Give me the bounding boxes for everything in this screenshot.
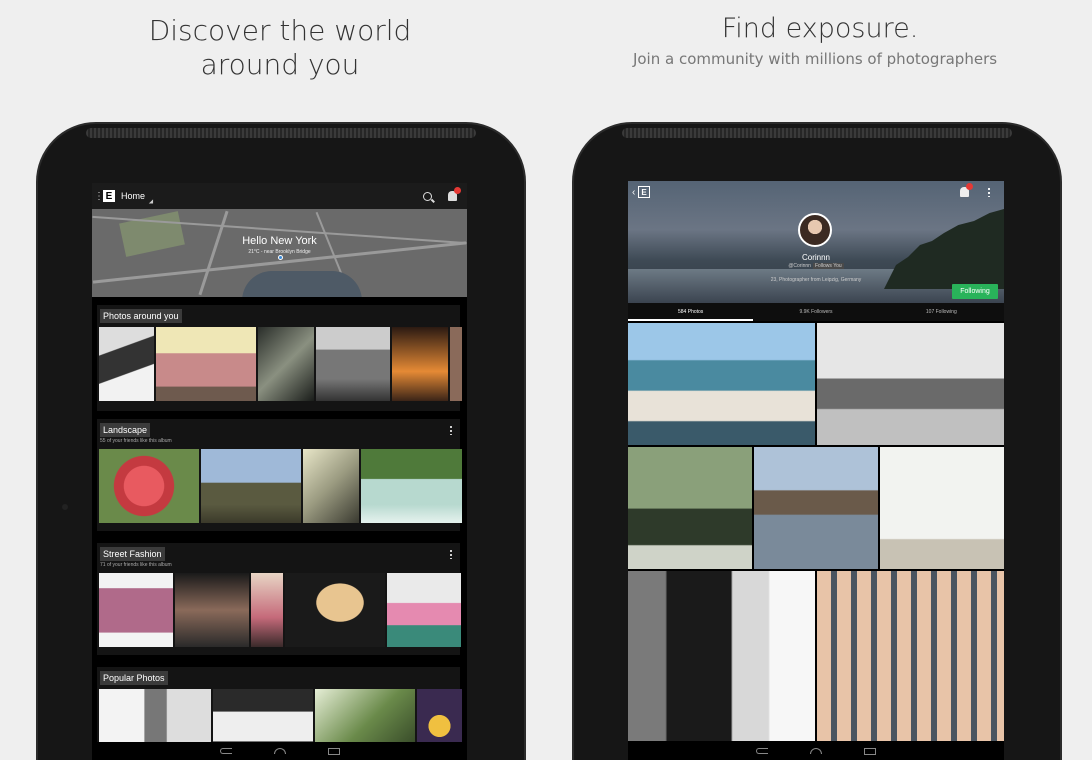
- photo-thumbnail[interactable]: [99, 449, 199, 523]
- home-nav-icon[interactable]: [273, 748, 286, 754]
- photo-thumbnail[interactable]: [285, 573, 385, 647]
- section-popular-photos: Popular Photos: [97, 667, 462, 760]
- more-options-icon[interactable]: [450, 425, 452, 435]
- grid-photo[interactable]: [817, 323, 1004, 445]
- grid-photo[interactable]: [817, 571, 1004, 741]
- location-map[interactable]: Hello New York 21°C - near Brooklyn Brid…: [92, 209, 467, 297]
- photo-row: [99, 327, 462, 401]
- section-subtitle: 71 of your friends like this album: [100, 562, 172, 568]
- system-nav-bar: [628, 742, 1004, 760]
- profile-bio: 23, Photographer from Leipzig, Germany: [770, 277, 862, 283]
- recent-apps-icon[interactable]: [327, 747, 340, 755]
- section-title[interactable]: Street Fashion: [100, 547, 165, 561]
- notification-badge: [966, 183, 973, 190]
- search-icon[interactable]: [423, 191, 432, 201]
- section-landscape: Landscape 55 of your friends like this a…: [97, 419, 462, 531]
- right-headline: Find exposure.: [721, 13, 919, 44]
- back-nav-icon[interactable]: [219, 748, 232, 754]
- app-logo[interactable]: E: [638, 186, 650, 198]
- speaker-grille: [622, 128, 1012, 138]
- profile-name: Corinnn: [801, 253, 830, 262]
- photo-row: [99, 449, 462, 523]
- system-nav-bar: [92, 742, 467, 760]
- section-title[interactable]: Popular Photos: [100, 671, 168, 685]
- photo-thumbnail[interactable]: [392, 327, 448, 401]
- photo-thumbnail[interactable]: [303, 449, 359, 523]
- back-nav-icon[interactable]: [756, 748, 768, 754]
- photo-thumbnail[interactable]: [258, 327, 314, 401]
- photo-thumbnail[interactable]: [99, 327, 154, 401]
- tab-photos[interactable]: 584 Photos: [628, 303, 754, 321]
- profile-handle: @Corinnn: [788, 263, 811, 269]
- photo-thumbnail[interactable]: [175, 573, 249, 647]
- follows-you-badge: Follows You: [812, 263, 844, 269]
- grid-photo[interactable]: [754, 447, 878, 569]
- notification-bell-icon[interactable]: [960, 183, 973, 197]
- photo-thumbnail[interactable]: [387, 573, 461, 647]
- photo-row: [99, 573, 461, 647]
- more-options-icon[interactable]: [988, 187, 990, 197]
- grid-photo[interactable]: [880, 447, 1004, 569]
- speaker-grille: [86, 128, 476, 138]
- notification-badge: [454, 187, 461, 194]
- photo-thumbnail[interactable]: [201, 449, 301, 523]
- tab-following[interactable]: 107 Following: [879, 303, 1004, 321]
- grid-photo[interactable]: [628, 323, 815, 445]
- grid-photo[interactable]: [628, 571, 815, 741]
- recent-apps-icon[interactable]: [864, 747, 876, 755]
- back-arrow-icon[interactable]: ‹: [632, 187, 635, 198]
- photo-thumbnail[interactable]: [450, 327, 462, 401]
- left-headline: Discover the world around you: [100, 14, 460, 82]
- left-headline-line1: Discover the world: [148, 14, 412, 47]
- photo-thumbnail[interactable]: [316, 327, 390, 401]
- left-screen: ⋮ E Home Hello New York 21°C - near Broo…: [92, 183, 467, 760]
- app-logo[interactable]: E: [103, 190, 115, 202]
- tab-followers[interactable]: 9.9K Followers: [753, 303, 878, 321]
- section-subtitle: 55 of your friends like this album: [100, 438, 172, 444]
- section-title[interactable]: Photos around you: [100, 309, 182, 323]
- profile-handle-row: @Corinnn Follows You: [628, 263, 1004, 269]
- avatar[interactable]: [798, 213, 832, 247]
- profile-tabs: 584 Photos 9.9K Followers 107 Following: [628, 303, 1004, 321]
- right-subheadline: Join a community with millions of photog…: [632, 50, 998, 68]
- map-title: Hello New York: [242, 235, 317, 247]
- left-headline-line2: around you: [200, 48, 360, 81]
- section-photos-around-you: Photos around you: [97, 305, 462, 411]
- more-options-icon[interactable]: [450, 549, 452, 559]
- home-nav-icon[interactable]: [810, 748, 822, 754]
- home-title[interactable]: Home: [121, 191, 145, 201]
- dropdown-caret-icon[interactable]: [148, 198, 156, 206]
- location-pin-icon: [278, 255, 283, 260]
- menu-icon[interactable]: ⋮: [94, 191, 104, 202]
- following-button[interactable]: Following: [952, 284, 998, 299]
- section-street-fashion: Street Fashion 71 of your friends like t…: [97, 543, 461, 655]
- section-title[interactable]: Landscape: [100, 423, 151, 437]
- photo-thumbnail[interactable]: [361, 449, 462, 523]
- camera-dot: [62, 504, 68, 510]
- notification-bell-icon[interactable]: [448, 187, 461, 201]
- right-screen: ‹ E Corinnn @Corinnn Follows You 23, Phot…: [628, 181, 1004, 760]
- app-bar: ⋮ E Home: [92, 183, 467, 209]
- photo-thumbnail[interactable]: [251, 573, 283, 647]
- map-water: [242, 271, 362, 297]
- photo-thumbnail[interactable]: [99, 573, 173, 647]
- grid-photo[interactable]: [628, 447, 752, 569]
- photo-thumbnail[interactable]: [156, 327, 256, 401]
- profile-cover: ‹ E Corinnn @Corinnn Follows You 23, Phot…: [628, 181, 1004, 303]
